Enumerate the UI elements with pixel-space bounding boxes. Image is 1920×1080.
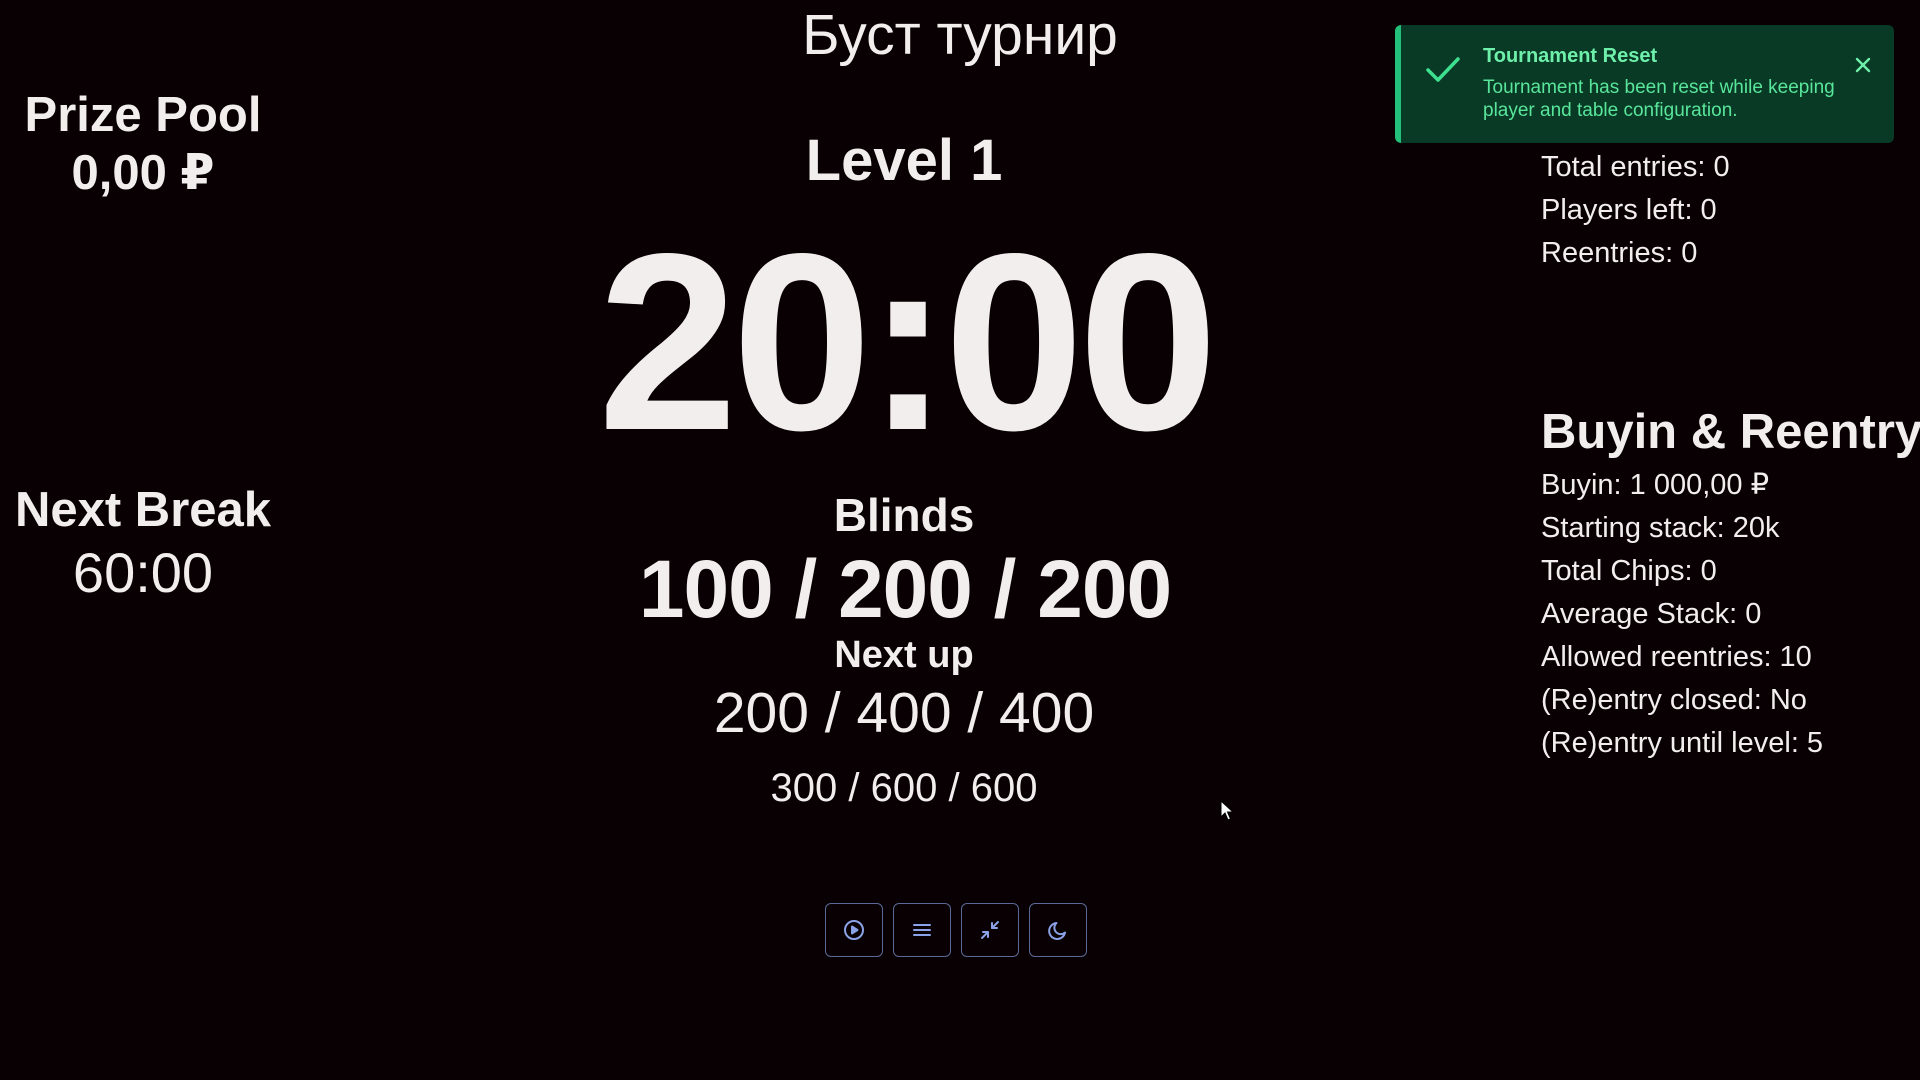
players-left: Players left: 0 <box>1541 194 1717 226</box>
buyin-title: Buyin & Reentry <box>1541 405 1920 459</box>
control-bar <box>825 903 1087 957</box>
total-entries: Total entries: 0 <box>1541 151 1730 183</box>
toast-close-button[interactable] <box>1852 54 1874 76</box>
play-circle-icon <box>844 920 864 940</box>
buyin-item: Buyin: 1 000,00 ₽ <box>1541 469 1770 501</box>
reentries: Reentries: 0 <box>1541 237 1698 269</box>
prize-pool-label: Prize Pool <box>24 88 262 142</box>
buyin-item: Average Stack: 0 <box>1541 598 1762 630</box>
next-up-label: Next up <box>834 634 974 676</box>
following-blinds: 300 / 600 / 600 <box>770 766 1038 810</box>
menu-icon <box>913 924 931 936</box>
blinds-label: Blinds <box>833 489 975 541</box>
next-blinds: 200 / 400 / 400 <box>713 681 1095 745</box>
player-stats: Total entries: 0 Players left: 0 Reentri… <box>1541 146 1901 275</box>
moon-icon <box>1048 922 1066 940</box>
next-break-panel: Next Break 60:00 <box>8 480 278 606</box>
buyin-item: (Re)entry closed: No <box>1541 684 1807 716</box>
toast-message: Tournament has been reset while keeping … <box>1483 77 1835 121</box>
toast-title: Tournament Reset <box>1483 45 1658 67</box>
close-icon <box>1855 57 1871 73</box>
current-blinds: 100 / 200 / 200 <box>638 544 1172 635</box>
mouse-cursor-icon <box>1220 800 1235 821</box>
check-icon <box>1423 49 1463 89</box>
theme-toggle-button[interactable] <box>1029 903 1087 957</box>
buyin-item: (Re)entry until level: 5 <box>1541 727 1824 759</box>
toast-notification: Tournament Reset Tournament has been res… <box>1395 25 1894 143</box>
next-break-value: 60:00 <box>72 541 214 604</box>
next-break-label: Next Break <box>14 483 272 537</box>
buyin-item: Allowed reentries: 10 <box>1541 641 1812 673</box>
tournament-title: Буст турнир <box>802 3 1118 67</box>
menu-button[interactable] <box>893 903 951 957</box>
buyin-reentry-panel: Buyin & Reentry Buyin: 1 000,00 ₽ Starti… <box>1541 400 1920 765</box>
prize-pool-panel: Prize Pool 0,00 ₽ <box>18 86 268 202</box>
minimize-icon <box>981 921 999 939</box>
prize-pool-value: 0,00 ₽ <box>71 146 215 200</box>
buyin-item: Total Chips: 0 <box>1541 555 1717 587</box>
level-timer: 20:00 <box>597 202 1219 483</box>
buyin-item: Starting stack: 20k <box>1541 512 1780 544</box>
play-button[interactable] <box>825 903 883 957</box>
buyin-list: Buyin: 1 000,00 ₽ Starting stack: 20k To… <box>1541 464 1911 765</box>
level-label: Level 1 <box>805 128 1003 193</box>
minimize-button[interactable] <box>961 903 1019 957</box>
